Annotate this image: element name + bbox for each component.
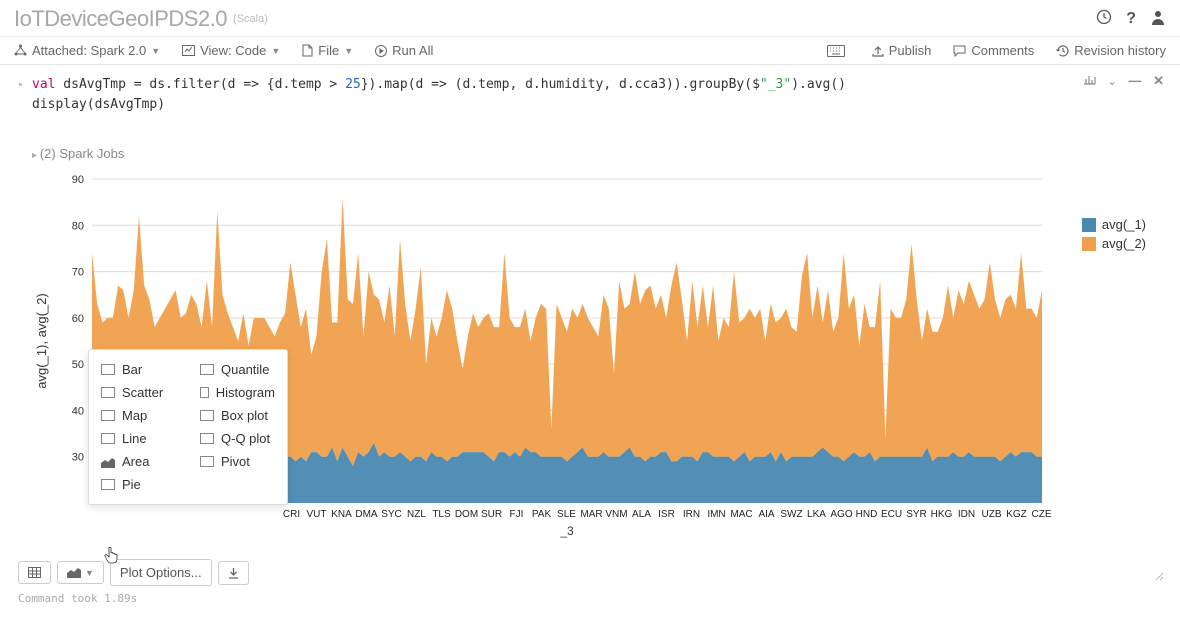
notebook-lang: (Scala)	[233, 13, 268, 25]
chart-type-pie[interactable]: Pie	[89, 473, 188, 496]
help-icon[interactable]: ?	[1126, 10, 1136, 28]
publish-label: Publish	[889, 43, 932, 58]
svg-text:LKA: LKA	[807, 509, 826, 520]
chart-legend: avg(_1) avg(_2)	[1082, 217, 1146, 255]
svg-text:UZB: UZB	[982, 509, 1002, 520]
user-icon[interactable]	[1150, 9, 1166, 30]
svg-text:SUR: SUR	[481, 509, 502, 520]
svg-text:MAR: MAR	[580, 509, 602, 520]
svg-text:DMA: DMA	[355, 509, 378, 520]
file-menu[interactable]: File▼	[302, 43, 353, 58]
notebook-toolbar: Attached: Spark 2.0▼ View: Code▼ File▼ R…	[0, 37, 1180, 65]
svg-text:80: 80	[72, 220, 84, 232]
svg-text:ECU: ECU	[881, 509, 902, 520]
svg-text:VNM: VNM	[605, 509, 627, 520]
svg-text:MAC: MAC	[730, 509, 752, 520]
run-all-button[interactable]: Run All	[375, 43, 433, 58]
svg-text:DOM: DOM	[455, 509, 478, 520]
notebook-cell: ⌄ — ✕ val dsAvgTmp = ds.filter(d => {d.t…	[0, 65, 1180, 553]
resize-handle-icon[interactable]	[1152, 568, 1164, 584]
file-label: File	[318, 43, 339, 58]
command-duration: Command took 1.89s	[0, 590, 1180, 611]
chart-type-quantile[interactable]: Quantile	[188, 358, 287, 381]
chart-type-box-plot[interactable]: Box plot	[188, 404, 287, 427]
svg-text:IDN: IDN	[958, 509, 975, 520]
svg-text:70: 70	[72, 267, 84, 279]
cell-bottom-toolbar: ▼ Plot Options...	[0, 553, 1180, 590]
svg-text:CRI: CRI	[283, 509, 300, 520]
revision-label: Revision history	[1074, 43, 1166, 58]
svg-text:_3: _3	[559, 524, 574, 538]
svg-text:AGO: AGO	[830, 509, 852, 520]
attached-label: Attached: Spark 2.0	[32, 43, 146, 58]
svg-text:SYR: SYR	[906, 509, 927, 520]
chart-type-pivot[interactable]: Pivot	[188, 450, 287, 473]
svg-text:IMN: IMN	[707, 509, 725, 520]
schedule-icon[interactable]	[1096, 9, 1112, 30]
svg-text:KGZ: KGZ	[1006, 509, 1027, 520]
svg-text:HND: HND	[856, 509, 878, 520]
chart-container: 30 40 50 60 70 80 90 CRI VUT KNADMASYC NZL TLS DOMSU…	[18, 169, 1162, 549]
svg-text:ISR: ISR	[658, 509, 675, 520]
legend-item-1[interactable]: avg(_1)	[1082, 217, 1146, 232]
notebook-header: IoTDeviceGeoIPDS2.0 (Scala) ?	[0, 0, 1180, 37]
notebook-title[interactable]: IoTDeviceGeoIPDS2.0	[14, 6, 227, 32]
svg-text:avg(_1), avg(_2): avg(_1), avg(_2)	[34, 293, 49, 388]
view-label: View: Code	[200, 43, 266, 58]
chart-type-histogram[interactable]: Histogram	[188, 381, 287, 404]
table-view-button[interactable]	[18, 561, 51, 584]
chart-type-area[interactable]: Area	[89, 450, 188, 473]
chart-type-popup: BarScatterMapLineAreaPie QuantileHistogr…	[88, 349, 288, 505]
revision-history-button[interactable]: Revision history	[1056, 43, 1166, 58]
svg-text:IRN: IRN	[683, 509, 700, 520]
code-editor[interactable]: val dsAvgTmp = ds.filter(d => {d.temp > …	[18, 75, 1162, 114]
svg-text:HKG: HKG	[931, 509, 953, 520]
chart-type-map[interactable]: Map	[89, 404, 188, 427]
svg-text:SYC: SYC	[381, 509, 402, 520]
svg-text:90: 90	[72, 174, 84, 186]
plot-options-button[interactable]: Plot Options...	[110, 559, 212, 586]
chart-type-button[interactable]: ▼	[57, 561, 104, 584]
keyboard-icon[interactable]	[827, 43, 850, 58]
svg-text:FJI: FJI	[510, 509, 524, 520]
svg-text:SWZ: SWZ	[780, 509, 802, 520]
chart-type-q-q-plot[interactable]: Q-Q plot	[188, 427, 287, 450]
svg-text:PAK: PAK	[532, 509, 552, 520]
svg-text:50: 50	[72, 359, 84, 371]
svg-text:40: 40	[72, 405, 84, 417]
download-button[interactable]	[218, 561, 249, 585]
view-menu[interactable]: View: Code▼	[182, 43, 280, 58]
svg-text:NZL: NZL	[407, 509, 426, 520]
svg-text:KNA: KNA	[331, 509, 352, 520]
svg-text:ALA: ALA	[632, 509, 651, 520]
run-all-label: Run All	[392, 43, 433, 58]
svg-text:30: 30	[72, 452, 84, 464]
comments-label: Comments	[971, 43, 1034, 58]
svg-text:VUT: VUT	[307, 509, 327, 520]
spark-jobs-toggle[interactable]: (2) Spark Jobs	[32, 146, 1162, 161]
chart-type-bar[interactable]: Bar	[89, 358, 188, 381]
comments-button[interactable]: Comments	[953, 43, 1034, 58]
svg-text:SLE: SLE	[557, 509, 576, 520]
svg-text:CZE: CZE	[1032, 509, 1052, 520]
svg-text:TLS: TLS	[432, 509, 451, 520]
chart-type-scatter[interactable]: Scatter	[89, 381, 188, 404]
svg-text:AIA: AIA	[758, 509, 774, 520]
svg-text:60: 60	[72, 313, 84, 325]
publish-button[interactable]: Publish	[872, 43, 932, 58]
legend-item-2[interactable]: avg(_2)	[1082, 236, 1146, 251]
chart-type-line[interactable]: Line	[89, 427, 188, 450]
attached-cluster-menu[interactable]: Attached: Spark 2.0▼	[14, 43, 160, 58]
